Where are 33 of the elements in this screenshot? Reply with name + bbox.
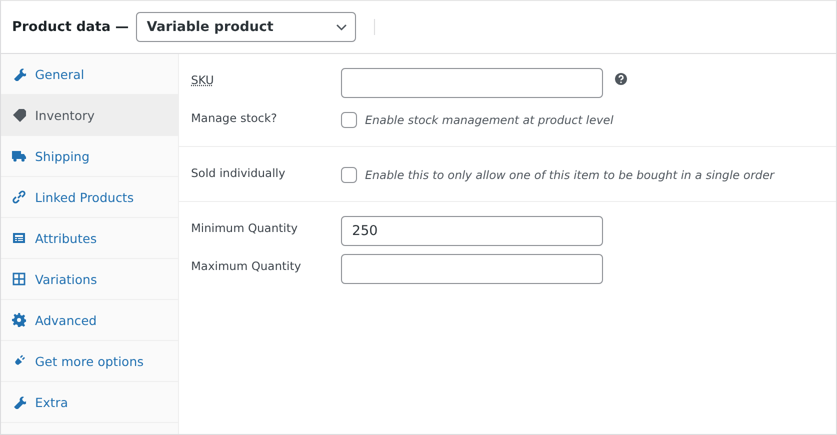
input-field[interactable] (341, 254, 603, 284)
sidebar-tab[interactable]: Linked Products (1, 177, 178, 218)
tag-icon (12, 108, 26, 122)
field-label: SKU (191, 72, 215, 87)
product-type-select[interactable]: Variable product (136, 12, 356, 42)
truck-icon (12, 149, 26, 163)
sidebar-tab[interactable]: Attributes (1, 218, 178, 259)
settings-icon (12, 313, 26, 327)
checkbox[interactable] (341, 167, 357, 183)
sidebar-tab[interactable]: Advanced (1, 300, 178, 341)
checkbox-description: Enable this to only allow one of this item to be bought in a single order (365, 168, 774, 182)
list-icon (12, 231, 26, 245)
help-icon[interactable] (615, 73, 627, 85)
field-label: Maximum Quantity (191, 258, 302, 273)
input-field[interactable]: 250 (341, 216, 603, 246)
wrench-icon (12, 67, 26, 81)
sidebar-tab[interactable]: Inventory (1, 95, 178, 136)
field-label: Minimum Quantity (191, 220, 299, 235)
checkbox-description: Enable stock management at product level (365, 113, 614, 127)
chevron-down-icon (336, 24, 347, 30)
input-field[interactable] (341, 68, 603, 98)
field-label: Sold individually (191, 165, 286, 180)
panel-title: Product data — (12, 19, 129, 35)
plug-icon (12, 354, 26, 368)
sidebar-tab[interactable]: Variations (1, 259, 178, 300)
link-icon (12, 190, 26, 204)
sidebar-tab[interactable]: Get more options (1, 341, 178, 382)
sidebar-tab[interactable]: Extra (1, 382, 178, 423)
grid-icon (12, 272, 26, 286)
field-label: Manage stock? (191, 110, 278, 125)
wrench-icon (12, 395, 26, 409)
checkbox[interactable] (341, 112, 357, 128)
sidebar-tab[interactable]: Shipping (1, 136, 178, 177)
